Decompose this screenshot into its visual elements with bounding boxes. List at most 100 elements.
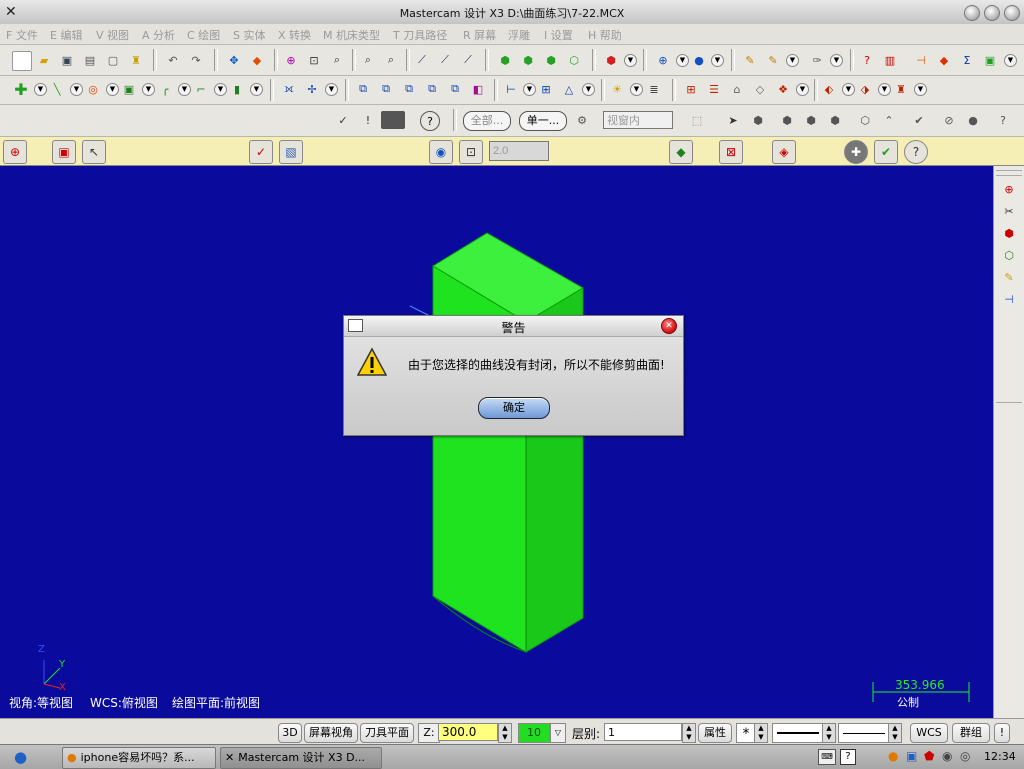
hidden-line-icon[interactable]: ⟋ [459,51,477,69]
triangle-icon[interactable]: △ [560,80,578,98]
menu-xform[interactable]: X 转换 [278,27,311,43]
array-icon[interactable]: ⊢ [502,80,520,98]
chevron-down-icon[interactable]: ▼ [34,83,47,96]
line-style-select[interactable] [772,723,824,743]
cylinder-icon[interactable]: ▮ [228,80,246,98]
wireframe-icon[interactable]: ⟋ [436,51,454,69]
menu-edit[interactable]: E 编辑 [50,27,82,43]
point-style-select[interactable]: * [736,723,756,743]
zoom-target-icon[interactable]: ⌕ [382,51,400,69]
chevron-down-icon[interactable]: ▼ [711,54,724,67]
zoom-out-icon[interactable]: ⌕ [359,51,377,69]
pan-icon[interactable]: ✥ [225,51,243,69]
sigma-icon[interactable]: Σ [958,51,976,69]
select-chain-icon[interactable]: ▣ [52,140,76,164]
verify-icon[interactable]: ⚙ [573,111,591,129]
fillet-icon[interactable]: ╭ [156,80,174,98]
pencil-icon[interactable]: ✎ [741,51,759,69]
help-cursor-icon[interactable]: ? [858,51,876,69]
new-file-icon[interactable] [12,51,32,71]
chevron-down-icon[interactable]: ▼ [142,83,155,96]
firefox-tray-icon[interactable]: ● [888,749,898,763]
chevron-down-icon[interactable]: ▼ [676,54,689,67]
minimize-button[interactable] [964,5,980,21]
print-icon[interactable]: ▤ [81,51,99,69]
chevron-down-icon[interactable]: ▼ [786,54,799,67]
distance-input[interactable] [489,141,549,161]
chevron-down-icon[interactable]: ▼ [842,83,855,96]
groups-button[interactable]: 群组 [952,723,990,743]
view-side-icon[interactable]: ⬢ [542,51,560,69]
end-selection-icon[interactable]: ● [964,111,982,129]
offset-icon[interactable]: ⧉ [446,80,464,98]
menu-help[interactable]: H 帮助 [588,27,622,43]
menu-art[interactable]: 浮雕 [508,27,530,43]
project-view-icon[interactable]: ⊡ [459,140,483,164]
zoom-fit-icon[interactable]: ⊡ [305,51,323,69]
no-entry-icon[interactable]: ⊘ [940,111,958,129]
chevron-down-icon[interactable]: ▼ [106,83,119,96]
arch-icon[interactable]: ⌂ [728,80,746,98]
menu-settings[interactable]: I 设置 [544,27,573,43]
view-top-icon[interactable]: ⬢ [496,51,514,69]
color-icon[interactable]: ◈ [772,140,796,164]
chevron-down-icon[interactable]: ▼ [178,83,191,96]
solid-extrude-icon[interactable]: ⬖ [820,80,838,98]
fastpoint-icon[interactable]: ✓ [334,111,352,129]
ribbon-help-icon[interactable]: ? [904,140,928,164]
dialog-close-button[interactable]: ✕ [661,318,677,334]
chevron-down-icon[interactable]: ▼ [523,83,536,96]
line-icon[interactable]: ╲ [48,80,66,98]
select-loop-icon[interactable]: ⌃ [880,111,898,129]
chain-select-icon[interactable]: ⬚ [688,111,706,129]
target-icon[interactable]: ⊕ [3,140,27,164]
spline-icon[interactable]: ⌐ [192,80,210,98]
taskbar-item-mastercam[interactable]: ✕ Mastercam 设计 X3 D... [220,747,382,769]
chevron-down-icon[interactable]: ▼ [70,83,83,96]
line-style-spinner[interactable]: ▲ ▼ [822,723,836,743]
select-back-icon[interactable]: ⬡ [856,111,874,129]
save-icon[interactable]: ▣ [58,51,76,69]
normal-icon[interactable]: ◉ [429,140,453,164]
point-icon[interactable]: ✚ [12,80,30,99]
table-icon[interactable]: ⊞ [682,80,700,98]
light-icon[interactable]: ☀ [608,80,626,98]
select-all-button[interactable]: 全部... [463,111,511,131]
apply-icon[interactable]: ◆ [669,140,693,164]
point-style-spinner[interactable]: ▲ ▼ [754,723,768,743]
repaint-icon[interactable]: ◆ [248,51,266,69]
wcs-button[interactable]: WCS [910,723,948,743]
edit-icon[interactable]: ✎ [1000,268,1018,286]
surface-icon[interactable]: ▧ [279,140,303,164]
z-depth-input[interactable] [438,723,498,741]
solid-feature-icon[interactable]: ❖ [774,80,792,98]
toolpath-icon[interactable]: ⊣ [912,51,930,69]
select-solid-icon[interactable]: ⬢ [749,111,767,129]
globe-icon[interactable]: ⊕ [654,51,672,69]
chevron-down-icon[interactable]: ▼ [325,83,338,96]
mirror-icon[interactable]: ⧉ [400,80,418,98]
view-front-icon[interactable]: ⬢ [519,51,537,69]
solid-boolean-icon[interactable]: ♜ [892,80,910,98]
window-mode-select[interactable]: 视窗内 [603,111,673,129]
wire-cube-icon[interactable]: ⬡ [1000,246,1018,264]
menu-toolpaths[interactable]: T 刀具路径 [393,27,447,43]
rectangle-icon[interactable]: ▣ [120,80,138,98]
grid-icon[interactable]: ⊞ [537,80,555,98]
selection-help-icon[interactable]: ? [994,111,1012,129]
zoom-in-icon[interactable]: ⌕ [328,51,346,69]
line-width-spinner[interactable]: ▲ ▼ [888,723,902,743]
view-cube-icon[interactable]: ⬢ [602,51,620,69]
chevron-down-icon[interactable]: ▼ [630,83,643,96]
chevron-down-icon[interactable]: ▼ [830,54,843,67]
translate-icon[interactable]: ⧉ [354,80,372,98]
wrench-icon[interactable]: ✑ [808,51,826,69]
chevron-down-icon[interactable]: ▼ [250,83,263,96]
menu-file[interactable]: F 文件 [6,27,38,43]
color-swatch[interactable]: 10 [518,723,550,743]
zoom-window-icon[interactable]: ⊕ [282,51,300,69]
align-icon[interactable]: ≣ [645,80,663,98]
level-spinner[interactable]: ▲ ▼ [682,723,696,743]
chevron-down-icon[interactable]: ▼ [796,83,809,96]
chevron-down-icon[interactable]: ▼ [214,83,227,96]
